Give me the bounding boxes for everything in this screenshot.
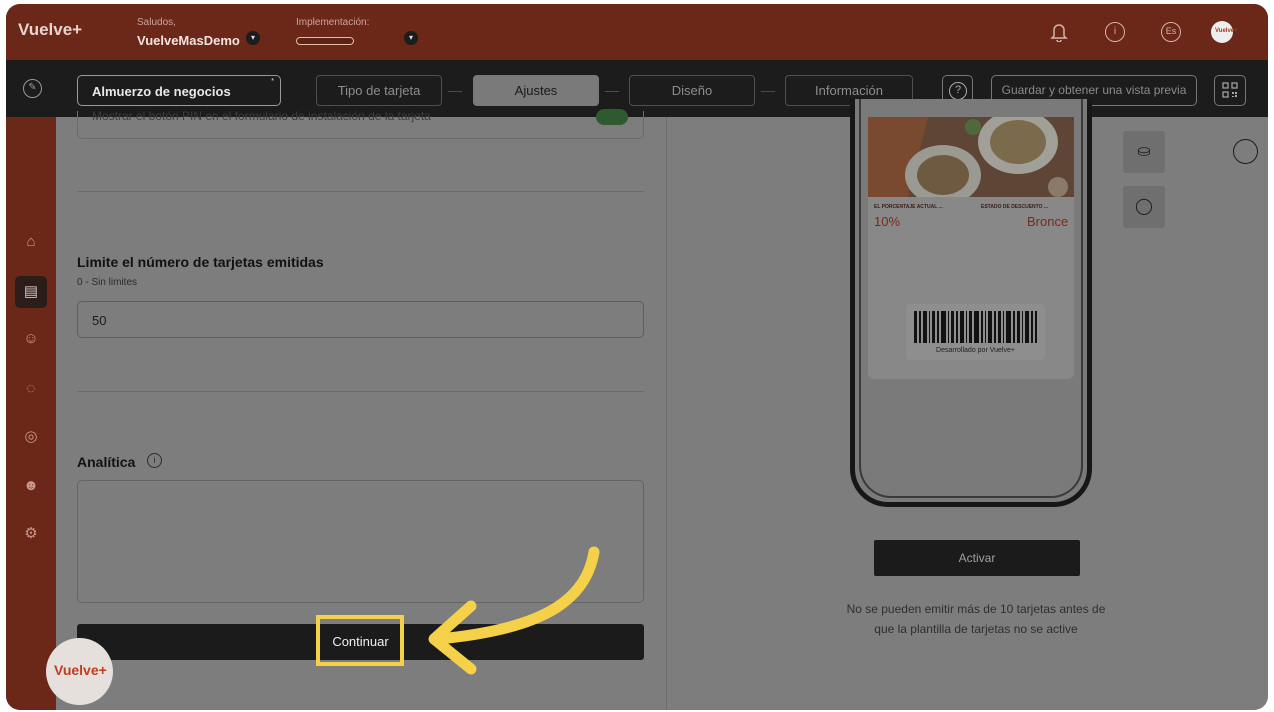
account-name[interactable]: VuelveMasDemo [137,33,240,48]
limit-title: Limite el número de tarjetas emitidas [77,254,324,270]
card-name-field[interactable]: Almuerzo de negocios * [77,75,281,106]
card-hero-image [868,117,1074,197]
field-right-value: Bronce [1027,214,1069,229]
account-chevron-down-icon[interactable]: ▾ [246,31,260,45]
greeting-label: Saludos, [137,17,176,28]
info-icon[interactable]: i [147,453,162,468]
location-icon[interactable]: ◎ [21,427,41,447]
info-icon[interactable]: i [1105,22,1125,42]
top-bar: Vuelve+ Saludos, VuelveMasDemo ▾ Impleme… [6,4,1268,60]
sidebar: ⌂ ▤ ☺ ◌ ◎ ☻ ⚙ [6,117,56,710]
field-left-label: EL PORCENTAJE ACTUAL ... [874,204,943,210]
help-icon: ? [949,82,967,100]
step-connector [605,91,619,92]
app-window: Vuelve+ Saludos, VuelveMasDemo ▾ Impleme… [6,4,1268,710]
sidebar-item-cards[interactable]: ▤ [15,276,47,308]
avatar[interactable]: Vuelve+ [1211,21,1238,43]
tab-design[interactable]: Diseño [629,75,755,106]
highlight-box [316,615,404,666]
edit-icon[interactable]: ✎ [23,79,42,98]
gear-icon[interactable]: ⚙ [21,524,41,544]
implementation-label: Implementación: [296,17,370,28]
analytics-title: Analítica [77,454,136,470]
step-connector [448,91,462,92]
clients-icon[interactable]: ☺ [21,329,41,349]
pin-toggle[interactable] [596,109,628,125]
bottom-logo-text: Vuelve+ [54,662,107,678]
limit-hint: 0 - Sin limites [77,277,138,288]
tab-settings[interactable]: Ajustes [473,75,599,106]
section-divider [77,191,644,192]
field-left-value: 10% [874,214,901,229]
messages-icon[interactable]: ◌ [21,379,41,399]
implementation-chevron-down-icon[interactable]: ▾ [404,31,418,45]
barcode-caption: Desarrollado por Vuelve+ [936,347,1015,354]
tab-card-type[interactable]: Tipo de tarjeta [316,75,442,106]
bell-icon[interactable] [1049,22,1069,43]
barcode: Desarrollado por Vuelve+ [906,304,1045,360]
avatar-logo-text: Vuelve+ [1215,28,1238,34]
activation-note: No se pueden emitir más de 10 tarjetas a… [846,602,1106,636]
message-preview-button[interactable]: ◯ [1123,186,1165,228]
tutorial-arrow-icon [428,546,600,675]
pin-setting-label: Mostrar el botón PIN en el formulario de… [92,109,431,123]
android-icon: ⛀ [1137,143,1151,160]
chat-bubble-icon: ◯ [1135,198,1153,215]
limit-input[interactable]: 50 [77,301,644,338]
brand-logo[interactable]: Vuelve+ [18,20,82,40]
required-marker-icon: * [271,78,274,85]
activate-button[interactable]: Activar [874,540,1080,576]
loading-spinner-icon [1233,139,1258,164]
android-preview-button[interactable]: ⛀ [1123,131,1165,173]
field-right-label: ESTADO DE DESCUENTO ... [981,204,1049,210]
section-divider [77,391,644,392]
barcode-icon [914,311,1037,343]
users-icon[interactable]: ☻ [21,476,41,496]
implementation-progress-bar [296,37,354,45]
language-button[interactable]: Es [1161,22,1181,42]
qr-code-icon [1222,82,1238,98]
home-icon[interactable]: ⌂ [21,232,41,252]
qr-code-button[interactable] [1214,75,1246,106]
card-name-value: Almuerzo de negocios [92,84,231,99]
step-connector [761,91,775,92]
vuelve-bottom-logo[interactable]: Vuelve+ [46,638,113,705]
